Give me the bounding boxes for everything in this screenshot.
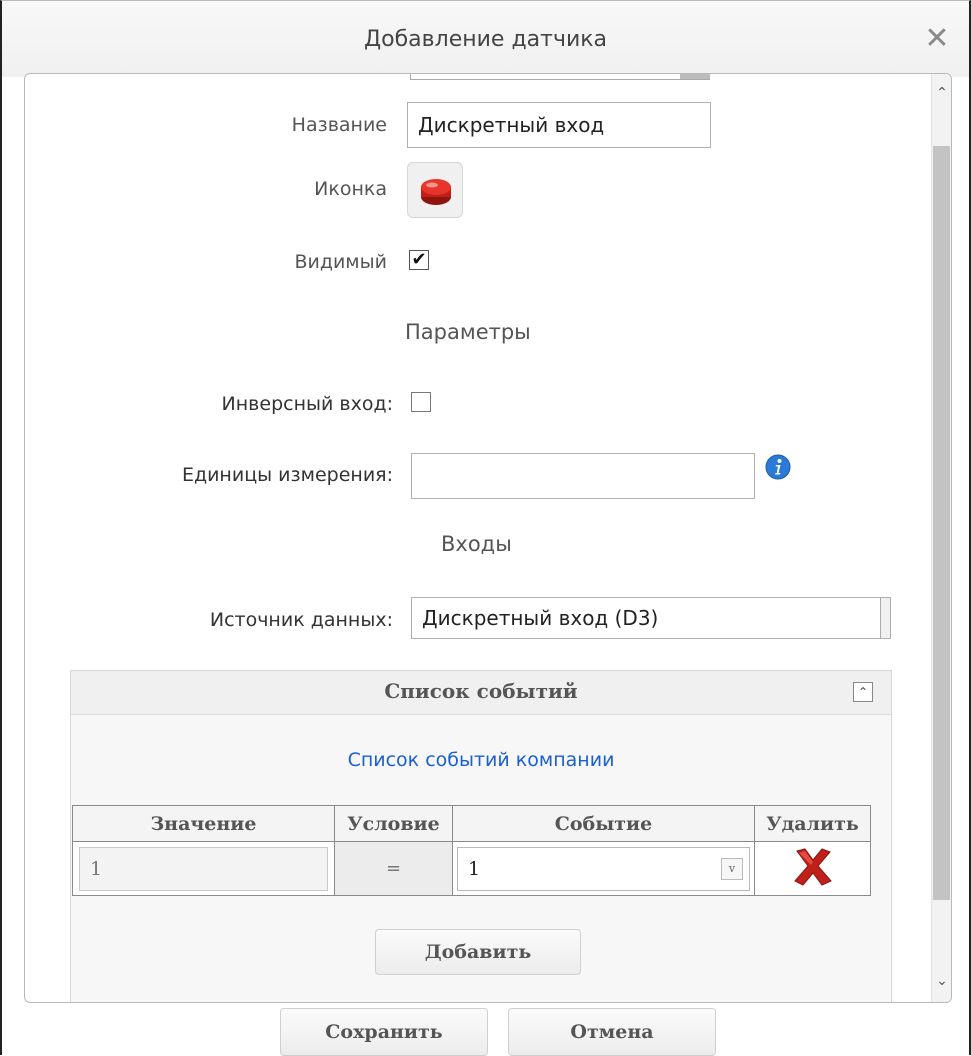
scroll-thumb[interactable] [933, 146, 950, 900]
scroll-up-icon[interactable]: ⌃ [932, 78, 951, 108]
params-section-title: Параметры [405, 320, 531, 344]
icon-picker-button[interactable] [407, 162, 463, 218]
data-source-label: Источник данных: [209, 609, 393, 631]
inputs-section-title: Входы [441, 532, 512, 556]
column-header-condition: Условие [334, 805, 453, 842]
close-icon[interactable]: ✕ [923, 24, 951, 54]
event-select[interactable]: 1 v [457, 846, 750, 891]
visible-checkbox[interactable]: ✔ [409, 250, 429, 270]
table-row: 1 = 1 v [72, 841, 871, 896]
events-table-header: Значение Условие Событие Удалить [72, 805, 871, 842]
delete-cell [754, 841, 871, 896]
info-icon[interactable] [765, 454, 791, 480]
dialog-titlebar: Добавление датчика ✕ [2, 1, 969, 77]
events-header: Список событий ⌃ [71, 671, 891, 715]
inverse-input-label: Инверсный вход: [221, 393, 393, 415]
chevron-down-icon[interactable]: v [721, 857, 743, 880]
data-source-value: Дискретный вход (D3) [422, 606, 659, 630]
clipped-field-button [680, 74, 710, 79]
units-input[interactable] [411, 453, 755, 499]
data-source-select[interactable]: Дискретный вход (D3) [411, 597, 891, 639]
dialog-content: Название Дискретный вход Иконка Видимый … [24, 73, 952, 1003]
delete-x-icon[interactable] [791, 847, 835, 887]
add-event-button[interactable]: Добавить [375, 929, 581, 975]
add-sensor-dialog: Добавление датчика ✕ Название Дискретный… [0, 0, 971, 1056]
events-table: Значение Условие Событие Удалить 1 = 1 v [72, 805, 871, 896]
cancel-button[interactable]: Отмена [508, 1008, 716, 1056]
icon-label: Иконка [314, 178, 387, 200]
collapse-up-icon[interactable]: ⌃ [853, 682, 873, 702]
event-select-value: 1 [468, 857, 481, 880]
inverse-input-checkbox[interactable] [411, 392, 431, 412]
scroll-down-icon[interactable]: ⌄ [932, 966, 951, 996]
column-header-delete: Удалить [754, 805, 871, 842]
name-input[interactable]: Дискретный вход [407, 102, 711, 148]
company-events-link[interactable]: Список событий компании [71, 749, 891, 771]
column-header-value: Значение [72, 805, 335, 842]
red-button-icon [421, 179, 451, 205]
value-cell: 1 [72, 841, 335, 896]
event-cell: 1 v [452, 841, 755, 896]
save-button[interactable]: Сохранить [280, 1008, 488, 1056]
column-header-event: Событие [452, 805, 755, 842]
clipped-field-above [410, 74, 710, 80]
visible-label: Видимый [294, 251, 387, 273]
value-field[interactable]: 1 [79, 846, 328, 891]
content-scrollbar[interactable]: ⌃ ⌄ [931, 74, 951, 1002]
units-label: Единицы измерения: [181, 464, 393, 486]
data-source-dropdown-stub[interactable] [880, 598, 890, 638]
dialog-title: Добавление датчика [363, 27, 608, 52]
events-panel: Список событий ⌃ Список событий компании… [70, 670, 892, 1002]
condition-cell: = [334, 841, 453, 896]
name-label: Название [291, 114, 387, 136]
events-title: Список событий [384, 679, 578, 703]
